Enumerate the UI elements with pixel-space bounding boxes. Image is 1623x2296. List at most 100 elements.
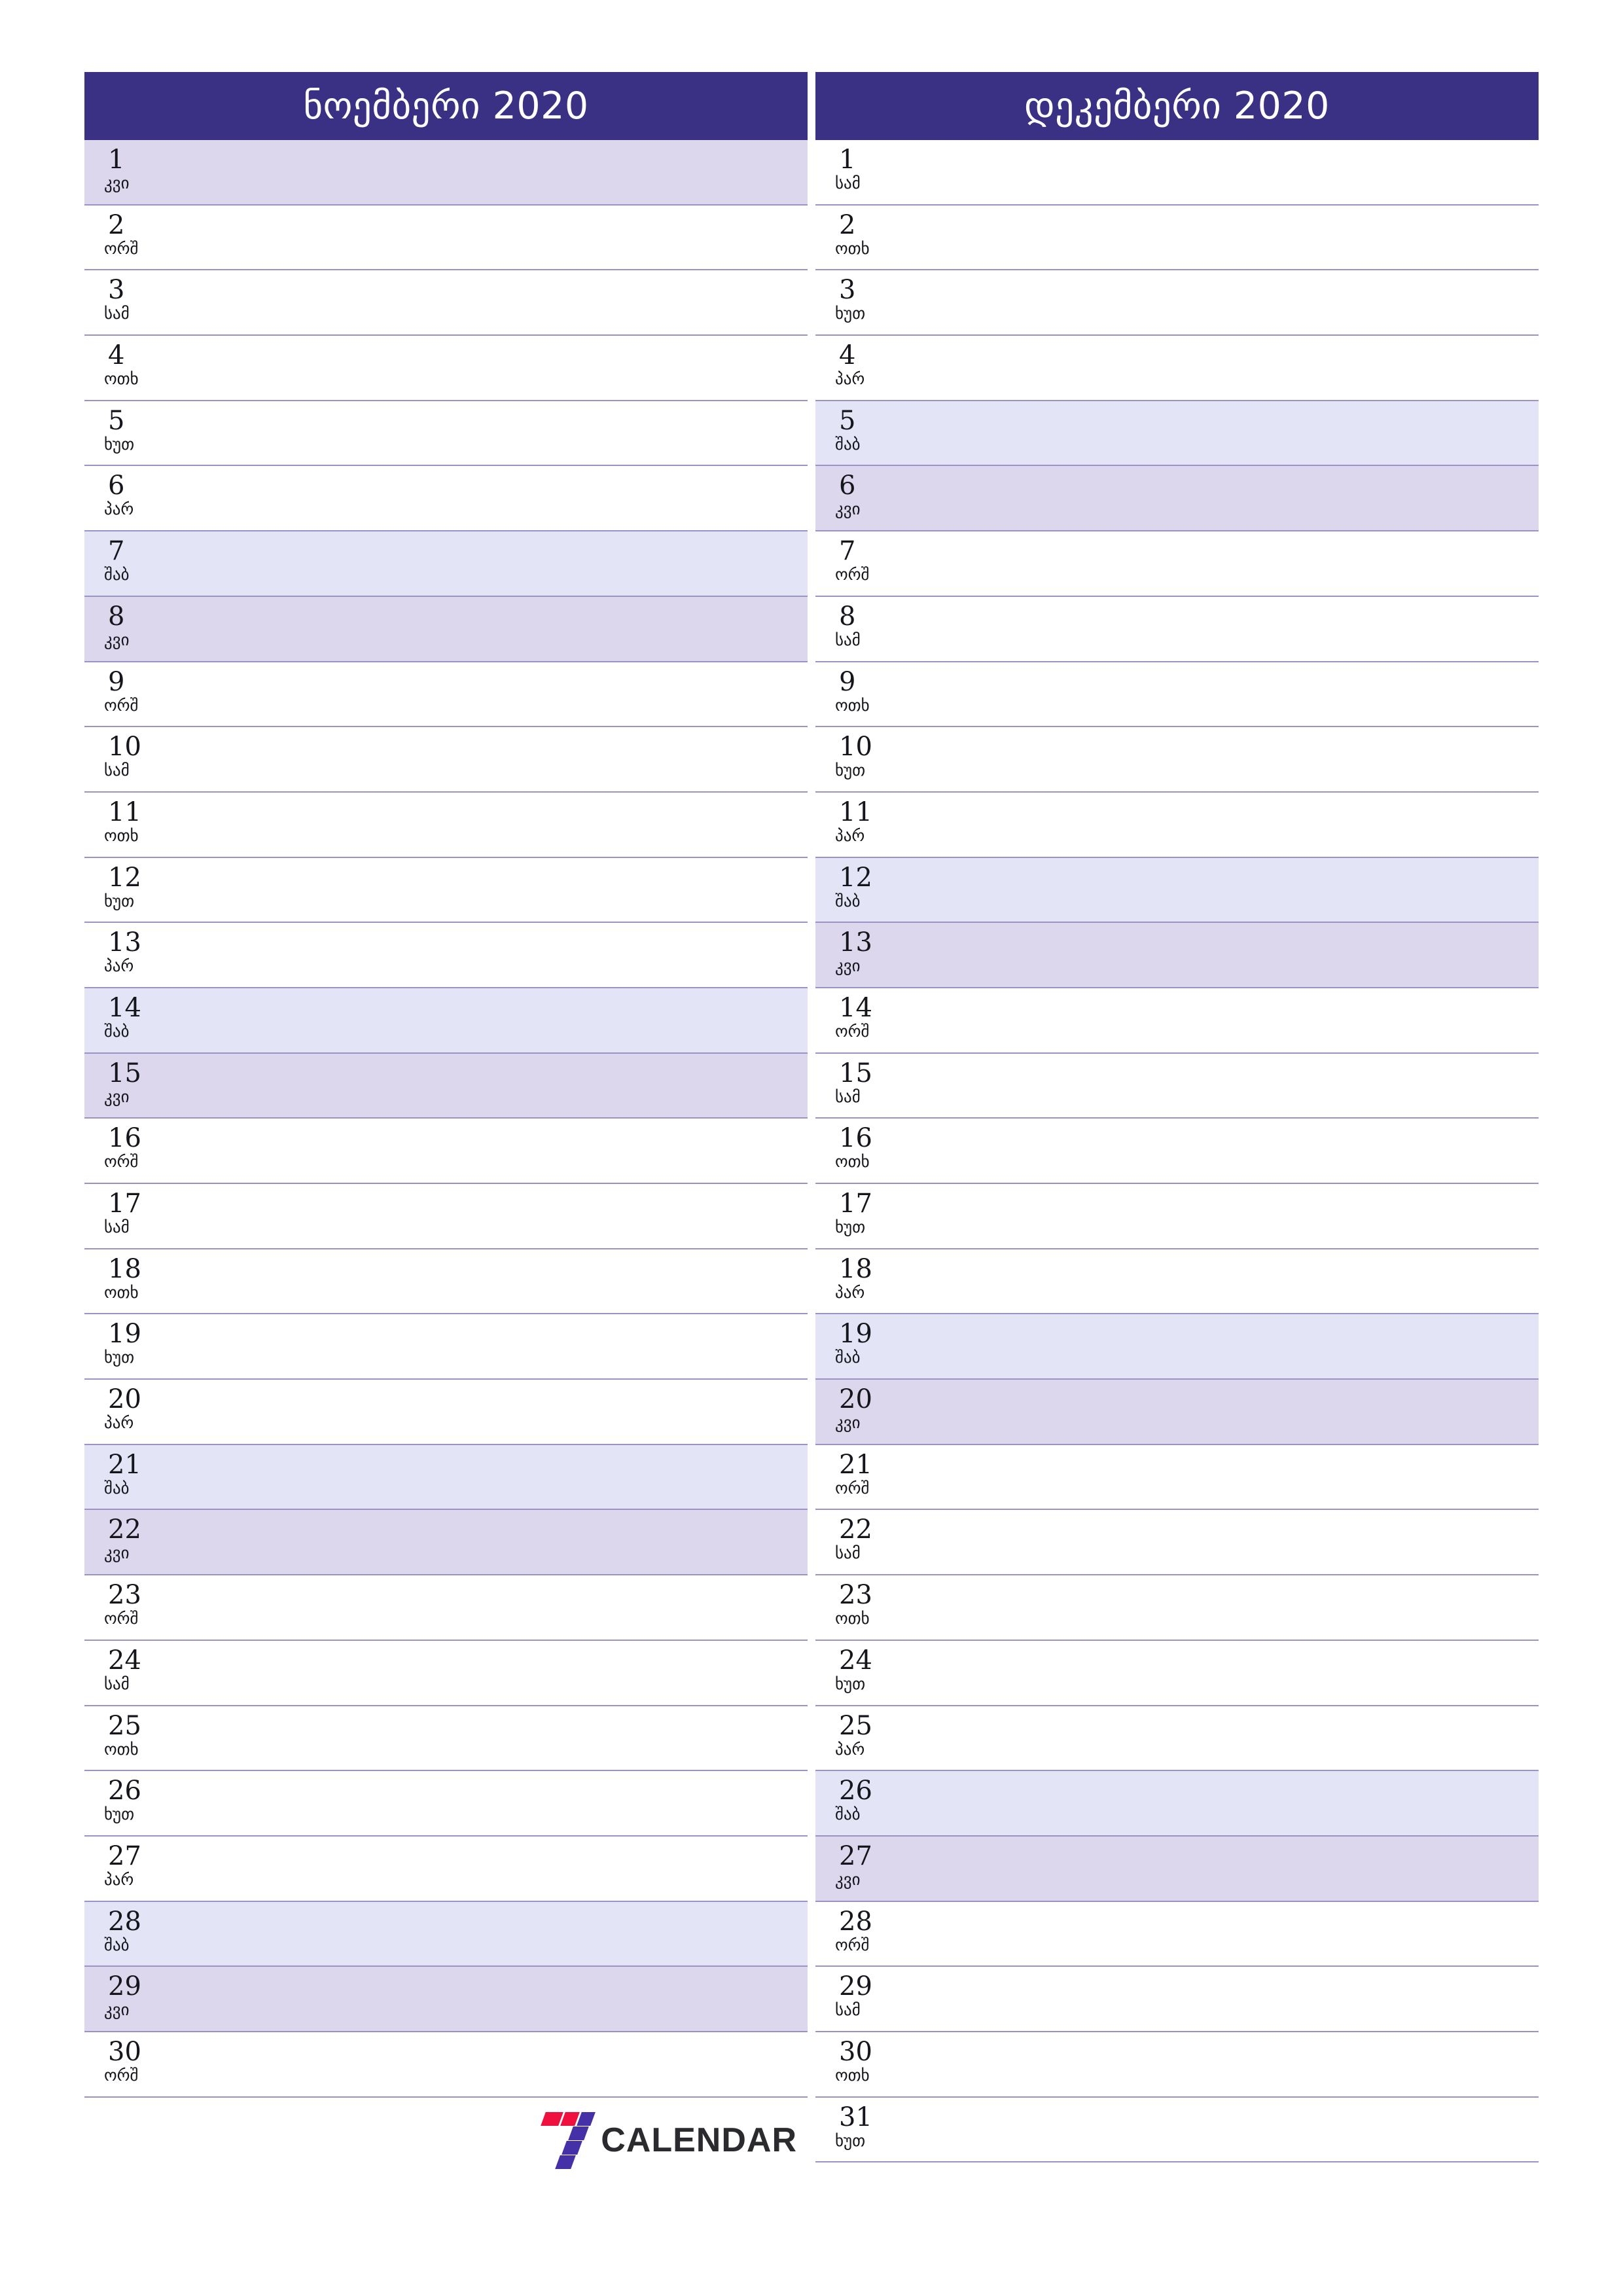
day-number: 2 bbox=[839, 209, 856, 240]
day-number: 13 bbox=[108, 927, 141, 958]
month-header-november: ნოემბერი 2020 bbox=[84, 72, 808, 140]
day-number: 31 bbox=[839, 2102, 872, 2132]
day-row[interactable]: 26 ხუთ bbox=[84, 1771, 808, 1837]
day-row[interactable]: 2 ოთხ bbox=[815, 205, 1539, 271]
day-row[interactable]: 17 სამ bbox=[84, 1184, 808, 1249]
day-weekday: ხუთ bbox=[104, 434, 135, 454]
day-row[interactable]: 30 ორშ bbox=[84, 2032, 808, 2098]
day-row[interactable]: 5 ხუთ bbox=[84, 401, 808, 467]
day-number: 29 bbox=[839, 1971, 872, 2002]
day-row[interactable]: 14 ორშ bbox=[815, 988, 1539, 1054]
day-weekday: კვი bbox=[104, 2000, 130, 2020]
day-weekday: კვი bbox=[835, 1869, 861, 1889]
day-number: 29 bbox=[108, 1971, 141, 2002]
day-row[interactable]: 14 შაბ bbox=[84, 988, 808, 1054]
day-row[interactable]: 19 შაბ bbox=[815, 1314, 1539, 1380]
day-row[interactable]: 28 შაბ bbox=[84, 1901, 808, 1967]
day-row[interactable]: 15 სამ bbox=[815, 1053, 1539, 1119]
day-row[interactable]: 7 ორშ bbox=[815, 531, 1539, 597]
day-weekday: შაბ bbox=[835, 1804, 861, 1824]
day-weekday: ოთხ bbox=[104, 825, 139, 845]
day-row[interactable]: 11 პარ bbox=[815, 792, 1539, 858]
day-row[interactable]: 27 პარ bbox=[84, 1836, 808, 1902]
day-weekday: სამ bbox=[104, 761, 130, 780]
day-row[interactable]: 25 ოთხ bbox=[84, 1706, 808, 1772]
day-row[interactable]: 20 პარ bbox=[84, 1380, 808, 1445]
day-number: 19 bbox=[108, 1319, 141, 1350]
day-row[interactable]: 28 ორშ bbox=[815, 1901, 1539, 1967]
day-row[interactable]: 26 შაბ bbox=[815, 1771, 1539, 1837]
day-row[interactable]: 24 სამ bbox=[84, 1640, 808, 1706]
day-row[interactable]: 4 ოთხ bbox=[84, 336, 808, 401]
day-row[interactable]: 12 ხუთ bbox=[84, 857, 808, 924]
day-number: 22 bbox=[839, 1515, 872, 1545]
day-weekday: ორშ bbox=[835, 1478, 870, 1498]
day-number: 12 bbox=[108, 862, 141, 893]
day-row[interactable]: 3 ხუთ bbox=[815, 270, 1539, 336]
day-row[interactable]: 25 პარ bbox=[815, 1706, 1539, 1772]
day-row[interactable]: 8 კვი bbox=[84, 596, 808, 662]
day-number: 14 bbox=[108, 992, 141, 1023]
day-row[interactable]: 11 ოთხ bbox=[84, 792, 808, 858]
day-row[interactable]: 27 კვი bbox=[815, 1836, 1539, 1902]
day-weekday: ორშ bbox=[835, 565, 870, 584]
day-weekday: ხუთ bbox=[104, 891, 135, 910]
day-number: 5 bbox=[108, 405, 125, 436]
day-row[interactable]: 16 ოთხ bbox=[815, 1119, 1539, 1184]
day-number: 19 bbox=[839, 1319, 872, 1350]
day-row[interactable]: 2 ორშ bbox=[84, 205, 808, 271]
day-row[interactable]: 9 ორშ bbox=[84, 662, 808, 728]
day-row[interactable]: 18 ოთხ bbox=[84, 1249, 808, 1315]
day-row[interactable]: 17 ხუთ bbox=[815, 1184, 1539, 1249]
day-weekday: ხუთ bbox=[104, 1804, 135, 1824]
day-weekday: შაბ bbox=[835, 891, 861, 910]
day-rows-december: 1 სამ 2 ოთხ 3 ხუთ 4 პარ 5 შაბ 6 კვი 7 ორშ 8 სამ 9 ოთხ 10 ხუ… bbox=[815, 140, 1539, 2163]
day-row[interactable]: 29 კვი bbox=[84, 1967, 808, 2032]
day-row[interactable]: 30 ოთხ bbox=[815, 2032, 1539, 2098]
day-row[interactable]: 13 კვი bbox=[815, 923, 1539, 988]
day-row[interactable]: 31 ხუთ bbox=[815, 2097, 1539, 2163]
day-row[interactable]: 4 პარ bbox=[815, 336, 1539, 401]
day-row[interactable]: 23 ოთხ bbox=[815, 1575, 1539, 1641]
day-row[interactable]: 6 კვი bbox=[815, 466, 1539, 532]
day-row[interactable]: 6 პარ bbox=[84, 466, 808, 532]
day-row[interactable]: 20 კვი bbox=[815, 1380, 1539, 1445]
day-row[interactable]: 10 ხუთ bbox=[815, 727, 1539, 793]
day-weekday: კვი bbox=[104, 173, 130, 192]
month-column-december: დეკემბერი 2020 1 სამ 2 ოთხ 3 ხუთ 4 პარ 5 შაბ 6 კვი 7… bbox=[815, 72, 1539, 2296]
day-weekday: სამ bbox=[835, 173, 861, 192]
day-weekday: კვი bbox=[104, 1086, 130, 1106]
day-row[interactable]: 7 შაბ bbox=[84, 531, 808, 597]
day-number: 12 bbox=[839, 862, 872, 893]
day-weekday: ოთხ bbox=[835, 1609, 870, 1628]
day-row[interactable]: 21 შაბ bbox=[84, 1444, 808, 1511]
day-row[interactable]: 18 პარ bbox=[815, 1249, 1539, 1315]
brand-logo: CALENDAR bbox=[84, 2098, 808, 2183]
day-row[interactable]: 12 შაბ bbox=[815, 857, 1539, 924]
day-row[interactable]: 5 შაბ bbox=[815, 401, 1539, 467]
day-row[interactable]: 13 პარ bbox=[84, 923, 808, 988]
day-row[interactable]: 10 სამ bbox=[84, 727, 808, 793]
day-row[interactable]: 19 ხუთ bbox=[84, 1314, 808, 1380]
day-row[interactable]: 22 სამ bbox=[815, 1510, 1539, 1576]
day-number: 7 bbox=[108, 536, 125, 567]
day-number: 3 bbox=[839, 275, 856, 306]
day-row[interactable]: 29 სამ bbox=[815, 1967, 1539, 2032]
day-row[interactable]: 1 სამ bbox=[815, 140, 1539, 206]
day-number: 26 bbox=[108, 1776, 141, 1806]
day-row[interactable]: 16 ორშ bbox=[84, 1119, 808, 1184]
day-row[interactable]: 1 კვი bbox=[84, 140, 808, 206]
day-row[interactable]: 3 სამ bbox=[84, 270, 808, 336]
day-number: 13 bbox=[839, 927, 872, 958]
day-row[interactable]: 22 კვი bbox=[84, 1510, 808, 1576]
day-row[interactable]: 21 ორშ bbox=[815, 1444, 1539, 1511]
day-number: 3 bbox=[108, 275, 125, 306]
day-row[interactable]: 23 ორშ bbox=[84, 1575, 808, 1641]
day-weekday: ხუთ bbox=[104, 1348, 135, 1367]
day-number: 11 bbox=[839, 797, 872, 827]
day-row[interactable]: 8 სამ bbox=[815, 596, 1539, 662]
day-number: 30 bbox=[108, 2036, 141, 2067]
day-row[interactable]: 24 ხუთ bbox=[815, 1640, 1539, 1706]
day-row[interactable]: 15 კვი bbox=[84, 1053, 808, 1119]
day-row[interactable]: 9 ოთხ bbox=[815, 662, 1539, 728]
